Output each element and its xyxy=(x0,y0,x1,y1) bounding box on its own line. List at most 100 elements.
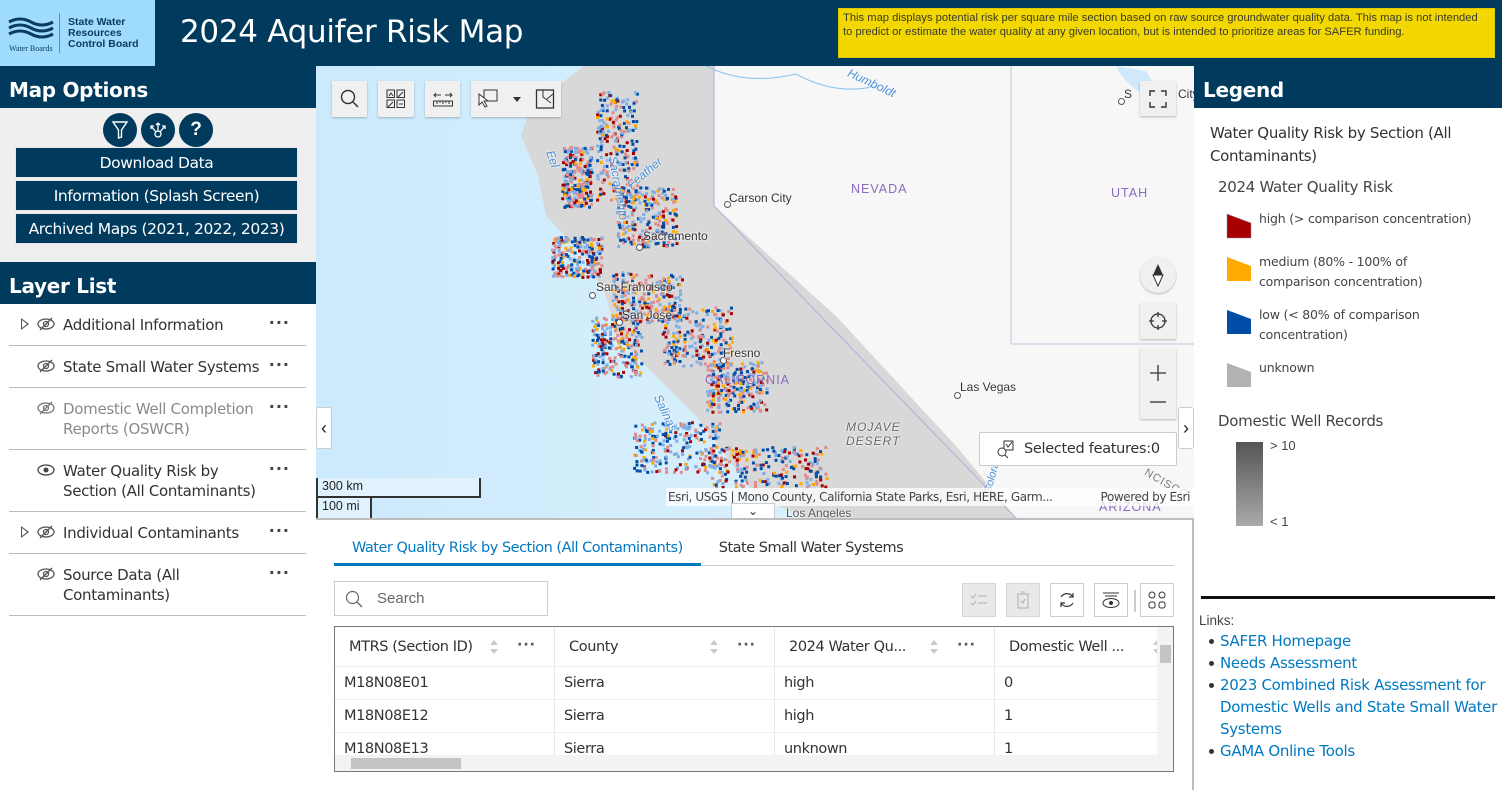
risk-section-cell xyxy=(706,364,710,368)
column-header-domestic-well[interactable]: Domestic Well ... xyxy=(995,627,1165,666)
risk-section-cell xyxy=(774,454,778,458)
column-header-mtrs[interactable]: MTRS (Section ID) ··· xyxy=(335,627,555,666)
expand-caret-icon[interactable] xyxy=(21,526,29,538)
column-header-water-quality[interactable]: 2024 Water Qu... ··· xyxy=(775,627,995,666)
risk-section-cell xyxy=(553,273,557,277)
more-options-icon[interactable]: ··· xyxy=(269,521,290,541)
risk-section-cell xyxy=(691,310,695,314)
sort-icon[interactable] xyxy=(709,639,719,655)
column-header-county[interactable]: County ··· xyxy=(555,627,775,666)
risk-section-cell xyxy=(813,457,817,461)
layer-item-domestic-well-completion-reports[interactable]: Domestic Well Completion Reports (OSWCR)… xyxy=(9,388,306,450)
table-row[interactable]: M18N08E12 Sierra high 1 xyxy=(335,700,1173,733)
table-row[interactable]: M18N08E01 Sierra high 0 xyxy=(335,667,1173,700)
vertical-scrollbar[interactable] xyxy=(1157,627,1173,755)
filter-button[interactable] xyxy=(103,113,137,147)
layer-item-individual-contaminants[interactable]: Individual Contaminants ··· xyxy=(9,512,306,554)
more-options-icon[interactable]: ··· xyxy=(269,563,290,583)
table-options-button[interactable] xyxy=(1140,583,1174,617)
download-data-button[interactable]: Download Data xyxy=(15,147,298,178)
show-hide-columns-button[interactable] xyxy=(1094,583,1128,617)
measure-tool-button[interactable] xyxy=(425,81,460,117)
eye-hidden-icon[interactable] xyxy=(37,316,55,332)
horizontal-scrollbar[interactable] xyxy=(335,755,1173,771)
water-boards-logo[interactable]: Water Boards State Water Resources Contr… xyxy=(0,0,155,66)
column-menu-icon[interactable]: ··· xyxy=(737,637,756,653)
clear-selection-button[interactable] xyxy=(1006,583,1040,617)
table-search-input[interactable]: Search xyxy=(334,581,548,616)
eye-hidden-icon[interactable] xyxy=(37,358,55,374)
sort-icon[interactable] xyxy=(489,639,499,655)
risk-section-cell xyxy=(762,472,766,475)
link-gama-online-tools[interactable]: GAMA Online Tools xyxy=(1220,742,1355,760)
risk-section-cell xyxy=(824,472,828,476)
tab-water-quality-risk[interactable]: Water Quality Risk by Section (All Conta… xyxy=(334,532,701,566)
risk-section-cell xyxy=(599,145,603,149)
toolbar-divider xyxy=(1134,590,1136,612)
layer-item-additional-information[interactable]: Additional Information ··· xyxy=(9,304,306,346)
archived-maps-button[interactable]: Archived Maps (2021, 2022, 2023) xyxy=(15,213,298,244)
more-options-icon[interactable]: ··· xyxy=(269,313,290,333)
risk-section-cell xyxy=(673,301,677,305)
column-menu-icon[interactable]: ··· xyxy=(517,637,536,653)
more-options-icon[interactable]: ··· xyxy=(269,397,290,417)
toggle-table-button[interactable]: ⌄ xyxy=(731,503,775,518)
tab-state-small-water-systems[interactable]: State Small Water Systems xyxy=(701,532,921,566)
basemap-gallery-button[interactable] xyxy=(378,81,414,117)
risk-section-cell xyxy=(666,449,670,453)
risk-section-cell xyxy=(670,346,674,350)
locate-button[interactable] xyxy=(1140,303,1176,339)
collapse-left-panel-button[interactable]: ‹ xyxy=(316,407,332,449)
risk-section-cell xyxy=(719,325,723,328)
fullscreen-button[interactable] xyxy=(1140,81,1176,116)
zoom-in-icon[interactable] xyxy=(1149,364,1167,382)
risk-section-cell xyxy=(738,393,742,397)
eye-hidden-icon[interactable] xyxy=(37,400,55,416)
risk-section-cell xyxy=(626,129,630,133)
layer-item-water-quality-risk[interactable]: Water Quality Risk by Section (All Conta… xyxy=(9,450,306,512)
show-selection-button[interactable] xyxy=(962,583,996,617)
zoom-out-icon[interactable] xyxy=(1149,400,1167,404)
risk-section-cell xyxy=(752,409,756,413)
column-menu-icon[interactable]: ··· xyxy=(957,637,976,653)
map-view[interactable]: Humboldt Eel Sacramento Feather Salinas … xyxy=(316,66,1194,518)
risk-section-cell xyxy=(685,441,689,445)
link-combined-risk-assessment[interactable]: 2023 Combined Risk Assessment for Domest… xyxy=(1220,676,1497,738)
expand-caret-icon[interactable] xyxy=(21,318,29,330)
collapse-right-panel-button[interactable]: › xyxy=(1178,407,1194,449)
risk-section-cell xyxy=(658,462,662,466)
more-options-icon[interactable]: ··· xyxy=(269,355,290,375)
share-button[interactable] xyxy=(141,113,175,147)
more-options-icon[interactable]: ··· xyxy=(269,459,290,479)
sort-icon[interactable] xyxy=(929,639,939,655)
eye-visible-icon[interactable] xyxy=(37,462,55,478)
select-dropdown-icon[interactable] xyxy=(512,95,522,103)
selected-features-button[interactable]: Selected features:0 xyxy=(979,432,1177,466)
refresh-button[interactable] xyxy=(1050,583,1084,617)
link-safer-homepage[interactable]: SAFER Homepage xyxy=(1220,632,1351,650)
powered-by-esri[interactable]: Powered by Esri xyxy=(1101,488,1191,506)
risk-section-cell xyxy=(568,273,572,277)
risk-section-cell xyxy=(639,186,643,190)
eye-hidden-icon[interactable] xyxy=(37,566,55,582)
search-tool-button[interactable] xyxy=(332,81,367,117)
link-needs-assessment[interactable]: Needs Assessment xyxy=(1220,654,1357,672)
risk-section-cell xyxy=(645,192,649,196)
layer-item-state-small-water-systems[interactable]: State Small Water Systems ··· xyxy=(9,346,306,388)
risk-section-cell xyxy=(572,275,576,279)
risk-section-cell xyxy=(719,318,723,322)
risk-section-cell xyxy=(742,410,745,414)
risk-section-cell xyxy=(596,198,600,202)
risk-section-cell xyxy=(711,310,714,313)
risk-section-cell xyxy=(756,405,760,409)
risk-section-cell xyxy=(635,463,639,467)
select-layer-icon[interactable] xyxy=(535,88,555,110)
risk-section-cell xyxy=(688,307,692,311)
risk-section-cell xyxy=(611,314,615,318)
eye-hidden-icon[interactable] xyxy=(37,524,55,540)
select-icon[interactable] xyxy=(477,88,499,110)
information-splash-button[interactable]: Information (Splash Screen) xyxy=(15,180,298,211)
compass-button[interactable] xyxy=(1140,257,1176,293)
help-button[interactable]: ? xyxy=(179,113,213,147)
layer-item-source-data[interactable]: Source Data (All Contaminants) ··· xyxy=(9,554,306,616)
